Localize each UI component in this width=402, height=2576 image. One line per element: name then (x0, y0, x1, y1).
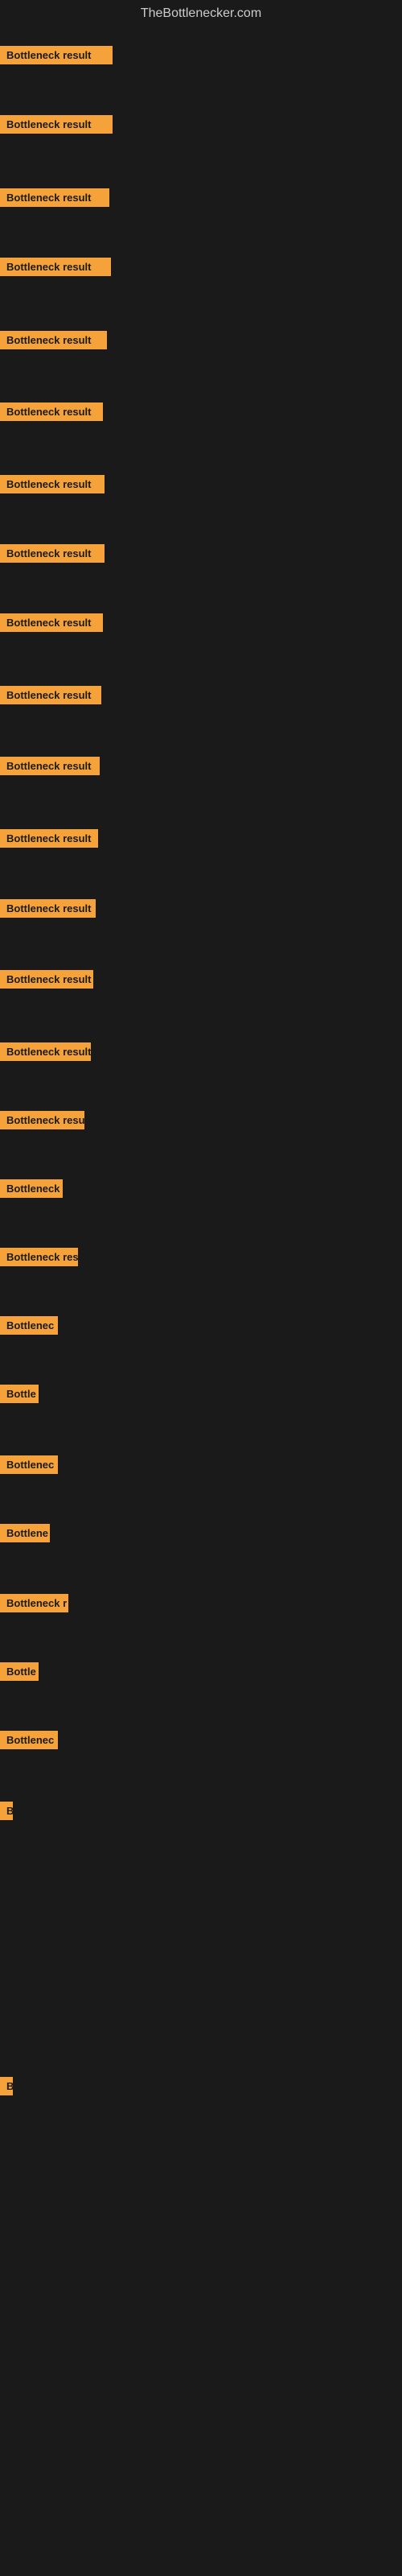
bottleneck-badge[interactable]: Bottleneck result (0, 188, 109, 207)
bottleneck-badge[interactable]: Bottlenec (0, 1316, 58, 1335)
bottleneck-item: Bottlenec (0, 1455, 58, 1474)
bottleneck-badge[interactable]: Bottleneck result (0, 686, 101, 704)
bottleneck-item: Bottleneck (0, 1179, 63, 1198)
bottleneck-item: Bottleneck result (0, 757, 100, 775)
bottleneck-badge[interactable]: Bottleneck result (0, 829, 98, 848)
site-title: TheBottlenecker.com (0, 0, 402, 24)
bottleneck-item: Bottleneck result (0, 829, 98, 848)
bottleneck-item: B (0, 1802, 13, 1820)
bottleneck-badge[interactable]: Bottleneck result (0, 402, 103, 421)
bottleneck-item: Bottleneck result (0, 970, 93, 989)
bottleneck-badge[interactable]: Bottleneck resu (0, 1111, 84, 1129)
bottleneck-badge[interactable]: Bottleneck res (0, 1248, 78, 1266)
bottleneck-badge[interactable]: Bottlenec (0, 1455, 58, 1474)
bottleneck-badge[interactable]: Bottlenec (0, 1731, 58, 1749)
bottleneck-item: Bottleneck result (0, 115, 113, 134)
bottleneck-item: Bottleneck result (0, 475, 105, 493)
bottleneck-badge[interactable]: Bottleneck result (0, 757, 100, 775)
bottleneck-badge[interactable]: Bottleneck result (0, 970, 93, 989)
bottleneck-badge[interactable]: Bottleneck result (0, 1042, 91, 1061)
bottleneck-badge[interactable]: Bottleneck (0, 1179, 63, 1198)
bottleneck-badge[interactable]: Bottle (0, 1385, 39, 1403)
bottleneck-item: Bottleneck result (0, 46, 113, 64)
bottleneck-badge[interactable]: Bottleneck result (0, 475, 105, 493)
bottleneck-badge[interactable]: Bottleneck result (0, 613, 103, 632)
bottleneck-badge[interactable]: Bottleneck result (0, 258, 111, 276)
bottleneck-item: Bottleneck r (0, 1594, 68, 1612)
bottleneck-item: Bottleneck result (0, 258, 111, 276)
bottleneck-item: Bottle (0, 1385, 39, 1403)
bottleneck-item: Bottlene (0, 1524, 50, 1542)
bottleneck-item: Bottleneck res (0, 1248, 78, 1266)
bottleneck-badge[interactable]: Bottleneck result (0, 544, 105, 563)
bottleneck-item: Bottleneck result (0, 402, 103, 421)
bottleneck-item: Bottle (0, 1662, 39, 1681)
bottleneck-badge[interactable]: Bottleneck result (0, 331, 107, 349)
bottleneck-badge[interactable]: B (0, 1802, 13, 1820)
bottleneck-badge[interactable]: Bottleneck result (0, 899, 96, 918)
bottleneck-item: Bottleneck result (0, 188, 109, 207)
bottleneck-item: B (0, 2077, 13, 2095)
bottleneck-item: Bottleneck result (0, 544, 105, 563)
bottleneck-badge[interactable]: Bottlene (0, 1524, 50, 1542)
bottleneck-badge[interactable]: Bottleneck result (0, 115, 113, 134)
bottleneck-badge[interactable]: Bottleneck r (0, 1594, 68, 1612)
bottleneck-badge[interactable]: Bottleneck result (0, 46, 113, 64)
bottleneck-badge[interactable]: Bottle (0, 1662, 39, 1681)
bottleneck-item: Bottleneck result (0, 613, 103, 632)
bottleneck-item: Bottleneck result (0, 1042, 91, 1061)
bottleneck-item: Bottlenec (0, 1731, 58, 1749)
bottleneck-item: Bottleneck result (0, 331, 107, 349)
bottleneck-badge[interactable]: B (0, 2077, 13, 2095)
bottleneck-item: Bottlenec (0, 1316, 58, 1335)
bottleneck-item: Bottleneck resu (0, 1111, 84, 1129)
bottleneck-item: Bottleneck result (0, 686, 101, 704)
bottleneck-item: Bottleneck result (0, 899, 96, 918)
